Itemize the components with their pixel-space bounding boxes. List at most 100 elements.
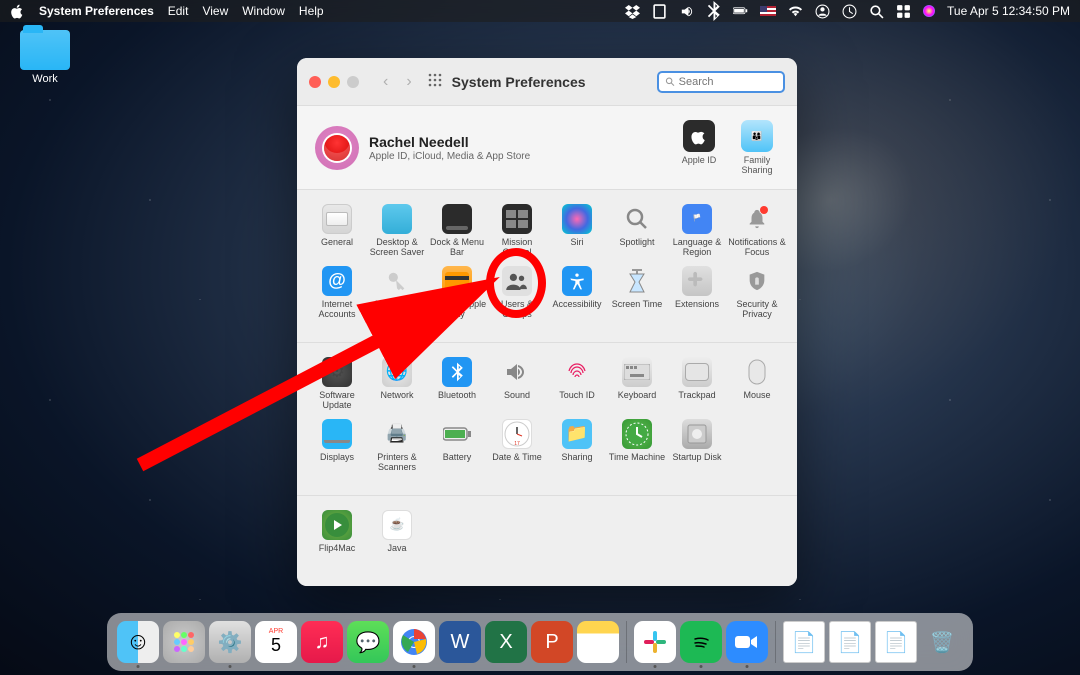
clock-status-icon[interactable] xyxy=(842,4,857,18)
pref-spotlight[interactable]: Spotlight xyxy=(607,200,667,262)
siri-status-icon[interactable] xyxy=(923,5,935,17)
input-source-flag[interactable] xyxy=(760,6,776,16)
dock-spotify[interactable] xyxy=(680,621,722,663)
dock-powerpoint[interactable]: P xyxy=(531,621,573,663)
pref-sound[interactable]: Sound xyxy=(487,353,547,415)
pref-sharing[interactable]: 📁Sharing xyxy=(547,415,607,477)
pref-passwords[interactable]: Passwords xyxy=(367,262,427,324)
window-toolbar: ‹ › System Preferences xyxy=(297,58,797,106)
pref-keyboard[interactable]: Keyboard xyxy=(607,353,667,415)
pref-internet-accounts[interactable]: @Internet Accounts xyxy=(307,262,367,324)
dock-zoom[interactable] xyxy=(726,621,768,663)
pref-desktop-screensaver[interactable]: Desktop & Screen Saver xyxy=(367,200,427,262)
pref-extensions[interactable]: Extensions xyxy=(667,262,727,324)
pref-label: Screen Time xyxy=(607,300,667,320)
pref-screen-time[interactable]: Screen Time xyxy=(607,262,667,324)
control-center-icon[interactable] xyxy=(896,4,911,18)
pref-startup-disk[interactable]: Startup Disk xyxy=(667,415,727,477)
dock-music[interactable]: ♫ xyxy=(301,621,343,663)
apple-menu-icon[interactable] xyxy=(10,4,25,18)
pref-label: Accessibility xyxy=(547,300,607,320)
pref-dock-menubar[interactable]: Dock & Menu Bar xyxy=(427,200,487,262)
apple-id-button[interactable]: Apple ID xyxy=(677,120,721,175)
battery-icon[interactable] xyxy=(733,4,748,18)
pref-mission-control[interactable]: Mission Control xyxy=(487,200,547,262)
dock-slack[interactable] xyxy=(634,621,676,663)
pref-general[interactable]: General xyxy=(307,200,367,262)
dock-calendar[interactable]: APR5 xyxy=(255,621,297,663)
dock-finder[interactable]: ☺ xyxy=(117,621,159,663)
family-sharing-button[interactable]: 👨‍👩‍👦 Family Sharing xyxy=(735,120,779,175)
dock-word[interactable]: W xyxy=(439,621,481,663)
forward-button[interactable]: › xyxy=(406,73,411,91)
dock-recent-file-3[interactable]: 📄 xyxy=(875,621,917,663)
dock-notes[interactable] xyxy=(577,621,619,663)
dropbox-icon[interactable] xyxy=(625,4,640,18)
pref-touch-id[interactable]: Touch ID xyxy=(547,353,607,415)
zoom-button[interactable] xyxy=(347,76,359,88)
pref-java[interactable]: ☕Java xyxy=(367,506,427,568)
pref-displays[interactable]: Displays xyxy=(307,415,367,477)
apple-id-icon xyxy=(683,120,715,152)
pref-time-machine[interactable]: Time Machine xyxy=(607,415,667,477)
pref-accessibility[interactable]: Accessibility xyxy=(547,262,607,324)
pref-bluetooth[interactable]: Bluetooth xyxy=(427,353,487,415)
dock-excel[interactable]: X xyxy=(485,621,527,663)
app-menu[interactable]: System Preferences xyxy=(39,4,154,18)
pref-wallet-pay[interactable]: Wallet & Apple Pay xyxy=(427,262,487,324)
calendar-month: APR xyxy=(269,628,283,635)
pref-printers-scanners[interactable]: 🖨️Printers & Scanners xyxy=(367,415,427,477)
pref-battery[interactable]: Battery xyxy=(427,415,487,477)
dock-settings[interactable]: ⚙️ xyxy=(209,621,251,663)
wifi-icon[interactable] xyxy=(788,4,803,18)
bluetooth-icon[interactable] xyxy=(706,4,721,18)
dock-launchpad[interactable] xyxy=(163,621,205,663)
pref-label: Keyboard xyxy=(607,391,667,411)
pref-label: Date & Time xyxy=(487,453,547,473)
minimize-button[interactable] xyxy=(328,76,340,88)
desktop-screensaver-icon xyxy=(382,204,412,234)
pref-security-privacy[interactable]: Security & Privacy xyxy=(727,262,787,324)
dock-trash[interactable]: 🗑️ xyxy=(921,621,963,663)
show-all-button[interactable] xyxy=(428,73,442,90)
language-region-icon: 🏳️ xyxy=(682,204,712,234)
menubar-datetime[interactable]: Tue Apr 5 12:34:50 PM xyxy=(947,4,1070,18)
pref-siri[interactable]: Siri xyxy=(547,200,607,262)
pref-flip4mac[interactable]: Flip4Mac xyxy=(307,506,367,568)
user-icon[interactable] xyxy=(815,4,830,18)
pref-mouse[interactable]: Mouse xyxy=(727,353,787,415)
pref-label: Internet Accounts xyxy=(307,300,367,320)
menu-help[interactable]: Help xyxy=(299,4,324,18)
search-input[interactable] xyxy=(679,76,777,88)
dock-recent-file-2[interactable]: 📄 xyxy=(829,621,871,663)
dock-messages[interactable]: 💬 xyxy=(347,621,389,663)
avatar[interactable] xyxy=(315,126,359,170)
search-field[interactable] xyxy=(657,71,785,93)
menu-window[interactable]: Window xyxy=(242,4,285,18)
spotlight-icon[interactable] xyxy=(869,4,884,18)
system-preferences-window: ‹ › System Preferences Rachel Needell Ap… xyxy=(297,58,797,586)
battery-icon xyxy=(442,419,472,449)
pref-language-region[interactable]: 🏳️Language & Region xyxy=(667,200,727,262)
calendar-day: 5 xyxy=(271,635,281,656)
back-button[interactable]: ‹ xyxy=(383,73,388,91)
volume-icon[interactable] xyxy=(679,4,694,18)
profile-name: Rachel Needell xyxy=(369,134,530,150)
pref-trackpad[interactable]: Trackpad xyxy=(667,353,727,415)
folder-icon xyxy=(20,30,70,70)
close-button[interactable] xyxy=(309,76,321,88)
pref-notifications[interactable]: Notifications & Focus xyxy=(727,200,787,262)
pref-date-time[interactable]: 17Date & Time xyxy=(487,415,547,477)
pref-label: Software Update xyxy=(307,391,367,411)
desktop-folder-work[interactable]: Work xyxy=(10,30,80,85)
dock-chrome[interactable] xyxy=(393,621,435,663)
menu-view[interactable]: View xyxy=(202,4,228,18)
accessibility-icon xyxy=(562,266,592,296)
pref-software-update[interactable]: ⚙Software Update xyxy=(307,353,367,415)
pref-users-groups[interactable]: Users & Groups xyxy=(487,262,547,324)
dock-recent-file-1[interactable]: 📄 xyxy=(783,621,825,663)
pref-network[interactable]: 🌐Network xyxy=(367,353,427,415)
menu-edit[interactable]: Edit xyxy=(168,4,189,18)
dock-control-icon[interactable] xyxy=(652,4,667,18)
pref-label: Java xyxy=(367,544,427,564)
